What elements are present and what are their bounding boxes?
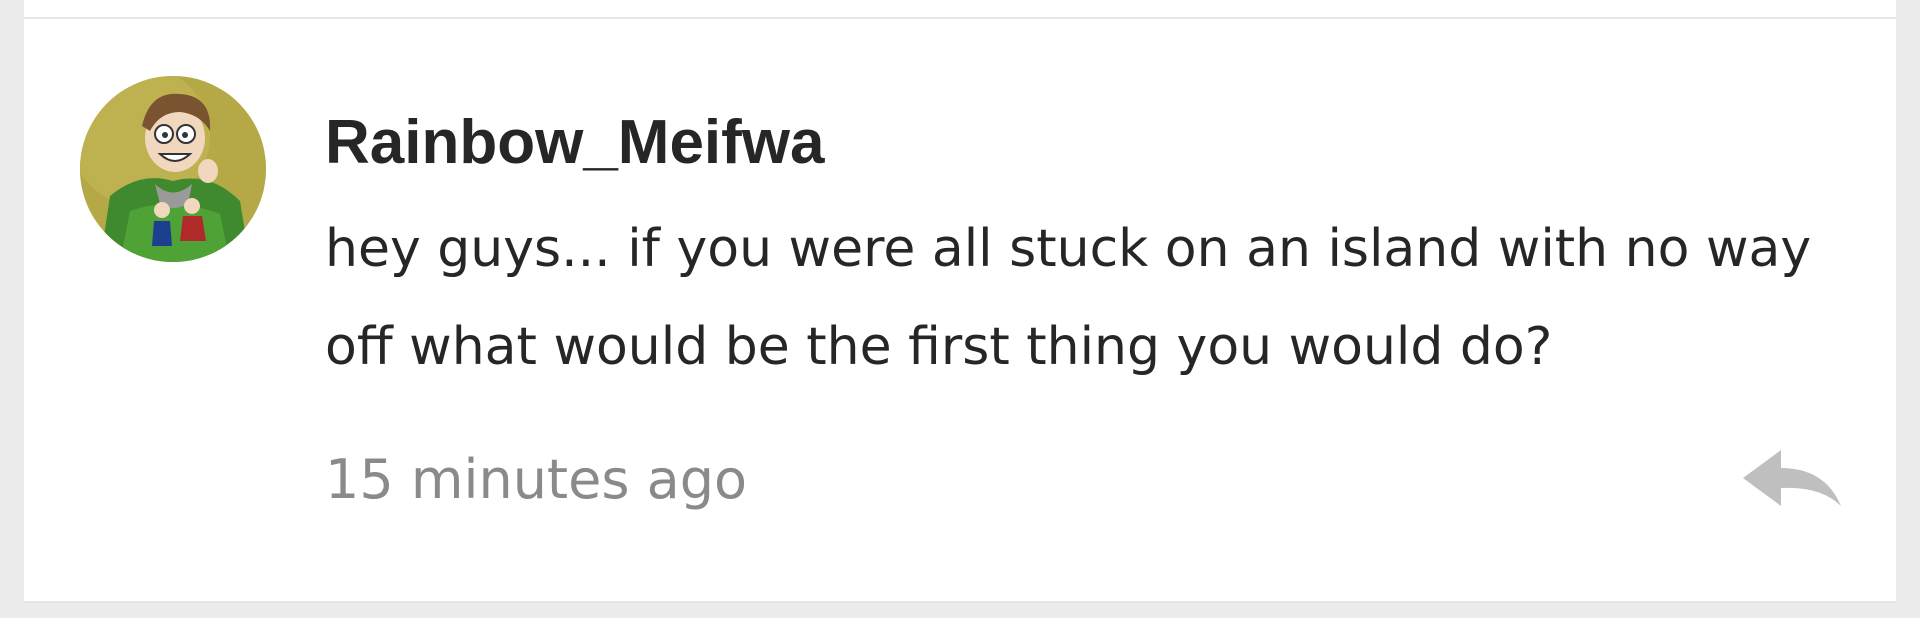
reply-button[interactable] xyxy=(1737,446,1847,516)
comment-card: Rainbow_Meifwa hey guys... if you were a… xyxy=(24,19,1896,603)
comment-text: hey guys... if you were all stuck on an … xyxy=(325,219,1812,377)
comments-page: Rainbow_Meifwa hey guys... if you were a… xyxy=(0,0,1920,618)
comment-body: Rainbow_Meifwa hey guys... if you were a… xyxy=(325,107,1865,396)
username[interactable]: Rainbow_Meifwa xyxy=(325,107,1865,179)
avatar[interactable] xyxy=(80,76,266,262)
avatar-image xyxy=(80,76,266,262)
reply-arrow-icon xyxy=(1743,450,1841,506)
comment-timestamp: 15 minutes ago xyxy=(325,448,748,511)
previous-comment-card xyxy=(24,0,1896,19)
